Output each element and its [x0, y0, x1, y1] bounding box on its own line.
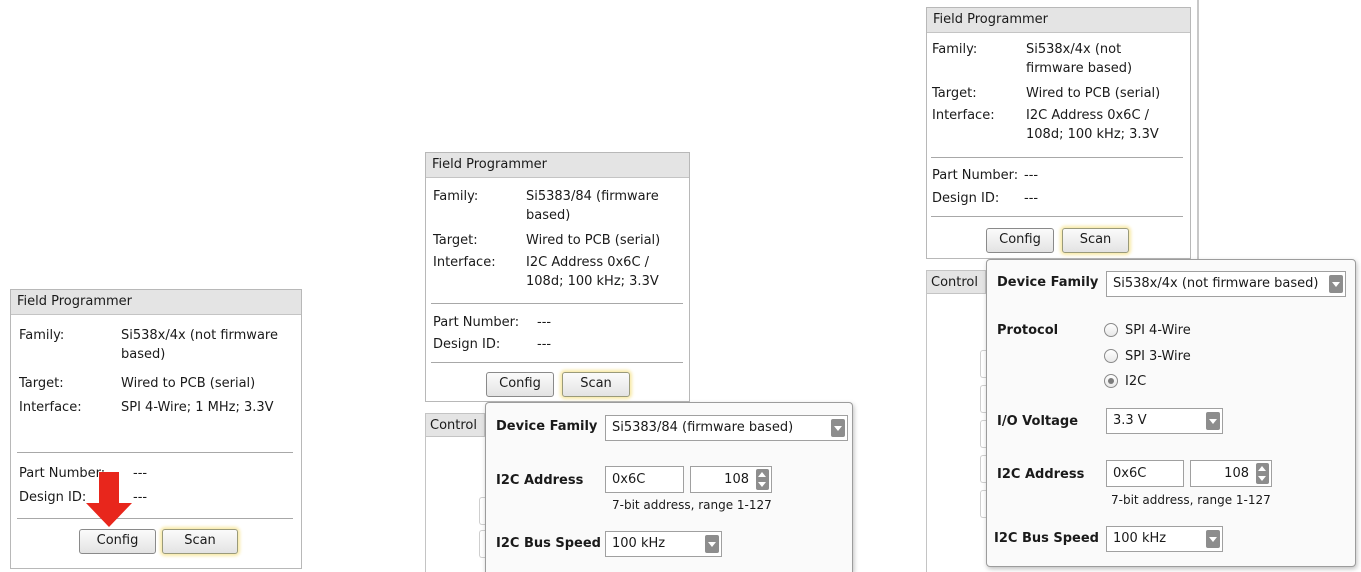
part-number-label: Part Number: — [932, 168, 1019, 183]
divider — [431, 303, 683, 304]
target-label: Target: — [433, 233, 478, 248]
chevron-down-icon[interactable] — [831, 419, 845, 437]
protocol-option-label: I2C — [1125, 374, 1147, 389]
i2c-bus-speed-label: I2C Bus Speed — [994, 531, 1099, 546]
design-id-value: --- — [1024, 191, 1039, 206]
design-id-label: Design ID: — [19, 490, 87, 505]
field-programmer-panel: Field Programmer Family: Si538x/4x (not … — [10, 289, 302, 569]
part-number-label: Part Number: — [433, 315, 520, 330]
radio-selected-icon[interactable] — [1104, 374, 1118, 388]
control-section-edge — [926, 294, 927, 572]
window-edge — [1197, 0, 1199, 262]
divider — [17, 518, 293, 519]
protocol-option-label: SPI 3-Wire — [1125, 349, 1191, 364]
scan-button[interactable]: Scan — [1062, 228, 1129, 253]
divider — [431, 362, 683, 363]
protocol-option-spi-4-wire[interactable]: SPI 4-Wire — [1104, 322, 1191, 340]
i2c-address-dec-value: 108 — [1224, 466, 1249, 481]
io-voltage-label: I/O Voltage — [997, 414, 1079, 429]
i2c-bus-speed-select[interactable]: 100 kHz — [1106, 526, 1223, 552]
target-value: Wired to PCB (serial) — [121, 376, 256, 391]
i2c-bus-speed-select[interactable]: 100 kHz — [605, 531, 722, 557]
target-label: Target: — [932, 86, 977, 101]
control-section-header: Control — [926, 270, 986, 294]
part-number-value: --- — [537, 315, 552, 330]
interface-value: I2C Address 0x6C / 108d; 100 kHz; 3.3V — [1026, 108, 1159, 142]
radio-icon[interactable] — [1104, 349, 1118, 363]
io-voltage-value: 3.3 V — [1113, 413, 1147, 428]
red-arrow-icon — [86, 472, 132, 527]
protocol-option-i2c[interactable]: I2C — [1104, 373, 1146, 391]
spinner-icon[interactable] — [1256, 463, 1269, 484]
family-value: Si538x/4x (not firmware based) — [1026, 42, 1133, 76]
config-button[interactable]: Config — [986, 228, 1054, 253]
field-programmer-panel: Field Programmer Family: Si538x/4x (not … — [926, 7, 1191, 259]
protocol-option-label: SPI 4-Wire — [1125, 323, 1191, 338]
device-family-select[interactable]: Si538x/4x (not firmware based) — [1106, 271, 1346, 297]
panel-title: Field Programmer — [426, 153, 689, 178]
device-family-select[interactable]: Si5383/84 (firmware based) — [605, 415, 848, 441]
i2c-address-label: I2C Address — [496, 473, 584, 488]
interface-label: Interface: — [433, 255, 496, 270]
i2c-bus-speed-value: 100 kHz — [1113, 531, 1167, 546]
scan-button[interactable]: Scan — [562, 372, 630, 397]
family-value: Si538x/4x (not firmware based) — [121, 328, 278, 362]
radio-icon[interactable] — [1104, 323, 1118, 337]
panel-title: Field Programmer — [11, 290, 301, 315]
divider — [931, 216, 1183, 217]
interface-value: SPI 4-Wire; 1 MHz; 3.3V — [121, 400, 274, 415]
divider — [17, 452, 293, 453]
protocol-label: Protocol — [997, 323, 1059, 338]
i2c-address-dec-value: 108 — [724, 472, 749, 487]
family-label: Family: — [19, 328, 65, 343]
i2c-address-label: I2C Address — [997, 467, 1085, 482]
chevron-down-icon[interactable] — [1329, 275, 1343, 293]
device-family-value: Si5383/84 (firmware based) — [612, 420, 794, 435]
device-family-label: Device Family — [997, 275, 1099, 290]
config-popup: Device Family Si538x/4x (not firmware ba… — [986, 259, 1356, 567]
interface-label: Interface: — [19, 400, 82, 415]
chevron-down-icon[interactable] — [705, 535, 719, 553]
spinner-icon[interactable] — [756, 469, 769, 490]
design-id-label: Design ID: — [932, 191, 1000, 206]
field-programmer-panel: Field Programmer Family: Si5383/84 (firm… — [425, 152, 690, 402]
part-number-value: --- — [1024, 168, 1039, 183]
config-button[interactable]: Config — [79, 529, 156, 554]
device-family-label: Device Family — [496, 419, 598, 434]
family-label: Family: — [433, 189, 479, 204]
i2c-address-dec-stepper[interactable]: 108 — [1190, 460, 1272, 487]
i2c-bus-speed-label: I2C Bus Speed — [496, 536, 601, 551]
protocol-option-spi-3-wire[interactable]: SPI 3-Wire — [1104, 348, 1191, 366]
divider — [931, 157, 1183, 158]
interface-label: Interface: — [932, 108, 995, 123]
target-label: Target: — [19, 376, 64, 391]
i2c-address-hex-input[interactable]: 0x6C — [1106, 460, 1184, 487]
i2c-address-hint: 7-bit address, range 1-127 — [612, 498, 772, 512]
target-value: Wired to PCB (serial) — [1026, 86, 1161, 101]
design-id-value: --- — [537, 337, 552, 352]
device-family-value: Si538x/4x (not firmware based) — [1113, 276, 1319, 291]
interface-value: I2C Address 0x6C / 108d; 100 kHz; 3.3V — [526, 255, 659, 289]
io-voltage-select[interactable]: 3.3 V — [1106, 408, 1223, 434]
i2c-address-dec-stepper[interactable]: 108 — [690, 466, 772, 493]
control-section-header: Control — [425, 413, 485, 437]
target-value: Wired to PCB (serial) — [526, 233, 661, 248]
family-label: Family: — [932, 42, 978, 57]
config-button[interactable]: Config — [486, 372, 554, 397]
chevron-down-icon[interactable] — [1206, 412, 1220, 430]
i2c-address-hex-input[interactable]: 0x6C — [605, 466, 684, 493]
design-id-label: Design ID: — [433, 337, 501, 352]
scan-button[interactable]: Scan — [162, 529, 238, 554]
control-section-edge — [425, 437, 426, 572]
family-value: Si5383/84 (firmware based) — [526, 189, 659, 223]
panel-title: Field Programmer — [927, 8, 1190, 33]
i2c-bus-speed-value: 100 kHz — [612, 536, 666, 551]
i2c-address-hint: 7-bit address, range 1-127 — [1111, 493, 1271, 507]
config-popup: Device Family Si5383/84 (firmware based)… — [485, 402, 853, 572]
chevron-down-icon[interactable] — [1206, 530, 1220, 548]
